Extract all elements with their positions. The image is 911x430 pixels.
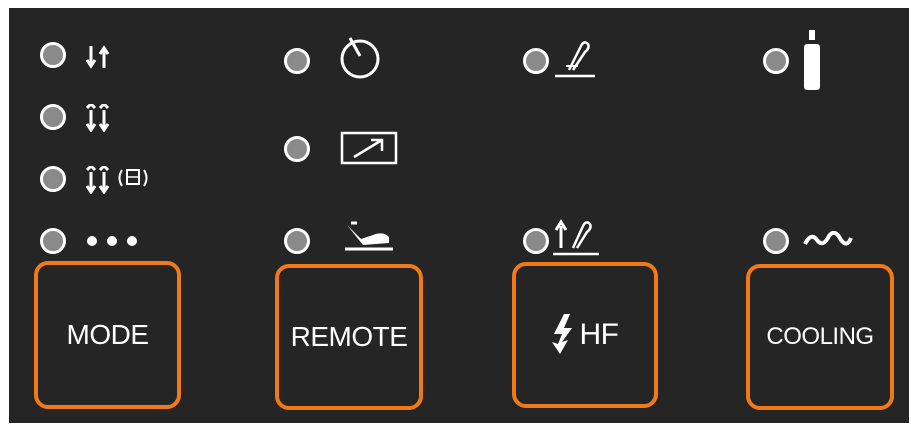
mode-button[interactable]: MODE (34, 261, 181, 409)
mode-button-label: MODE (66, 319, 150, 350)
hf-button[interactable]: HF (512, 262, 658, 408)
led-lift-arc (523, 228, 549, 254)
cooling-button[interactable]: COOLING (746, 264, 894, 410)
led-remote-box (284, 136, 310, 162)
remote-button[interactable]: REMOTE (275, 264, 423, 410)
led-four-step (40, 104, 66, 130)
led-spot (40, 228, 66, 254)
led-dial (284, 48, 310, 74)
led-two-step (40, 42, 66, 68)
spot-dots-icon (86, 234, 142, 248)
led-water-cooling (763, 228, 789, 254)
hf-button-label: HF (579, 318, 620, 351)
remote-box-icon (340, 131, 398, 165)
led-hf-torch (523, 48, 549, 74)
dial-knob-icon (338, 34, 382, 80)
two-step-icon (86, 44, 112, 70)
top-marker (330, 0, 333, 5)
gas-bottle-icon (802, 30, 822, 92)
lightning-bolt-icon (551, 313, 574, 357)
remote-button-label: REMOTE (290, 321, 408, 352)
four-step-icon (86, 104, 112, 132)
led-gas (763, 48, 789, 74)
hf-torch-icon (553, 36, 597, 80)
foot-pedal-icon (343, 221, 395, 253)
led-four-step-bilevel (40, 166, 66, 192)
lift-arc-torch-icon (553, 214, 603, 258)
cooling-button-label: COOLING (766, 323, 874, 350)
water-wave-icon (803, 231, 853, 249)
four-step-bilevel-icon (86, 166, 160, 194)
led-foot-pedal (284, 228, 310, 254)
